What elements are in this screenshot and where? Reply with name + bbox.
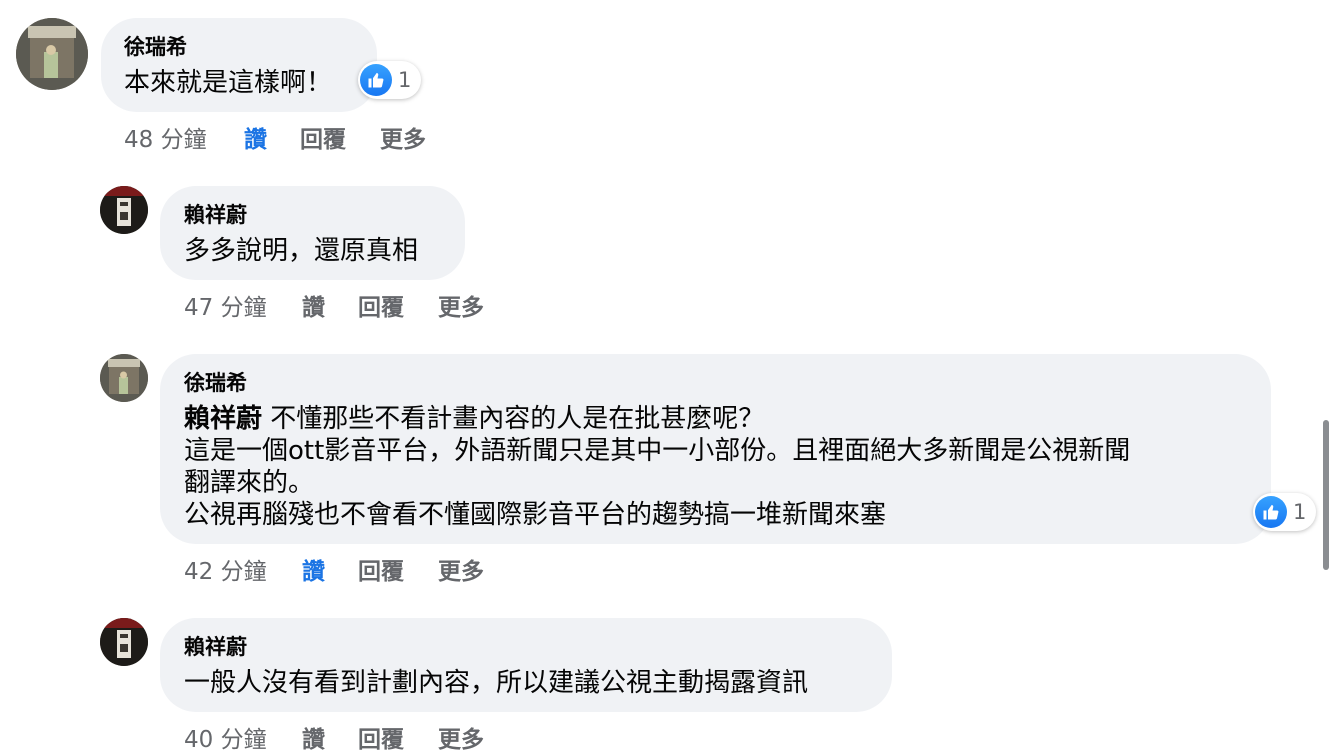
like-button[interactable]: 讚 xyxy=(302,552,358,586)
comment-author[interactable]: 賴祥蔚 xyxy=(184,199,247,229)
comment-author[interactable]: 賴祥蔚 xyxy=(184,631,247,661)
comment-timestamp[interactable]: 47 分鐘 xyxy=(184,288,302,322)
comment-timestamp[interactable]: 42 分鐘 xyxy=(184,552,302,586)
like-thumb-icon xyxy=(360,64,392,96)
reaction-count: 1 xyxy=(398,68,412,92)
comment-actions: 42 分鐘 讚 回覆 更多 xyxy=(184,552,484,586)
comment-text: 本來就是這樣啊！ xyxy=(124,67,332,99)
comment-line: 多多說明，還原真相 xyxy=(184,236,419,266)
more-button[interactable]: 更多 xyxy=(380,120,426,154)
reaction-count: 1 xyxy=(1293,500,1307,524)
comment-actions: 48 分鐘 讚 回覆 更多 xyxy=(124,120,426,154)
comment-line: 一般人沒有看到計劃內容，所以建議公視主動揭露資訊 xyxy=(184,668,809,698)
comment-line: 翻譯來的。 xyxy=(184,468,315,498)
comment-text: 賴祥蔚 不懂那些不看計畫內容的人是在批甚麼呢？ 這是一個ott影音平台，外語新聞… xyxy=(184,403,1130,531)
avatar-photo xyxy=(100,186,148,234)
reaction-badge[interactable]: 1 xyxy=(1253,493,1317,531)
comment-author[interactable]: 徐瑞希 xyxy=(184,367,247,397)
comment-actions: 47 分鐘 讚 回覆 更多 xyxy=(184,288,484,322)
comment-text: 多多說明，還原真相 xyxy=(184,235,418,267)
comment-line: 公視再腦殘也不會看不懂國際影音平台的趨勢搞一堆新聞來塞 xyxy=(184,500,887,530)
comment-line: 這是一個ott影音平台，外語新聞只是其中一小部份。且裡面絕大多新聞是公視新聞 xyxy=(184,436,1131,466)
mention-link[interactable]: 賴祥蔚 xyxy=(184,404,262,434)
more-button[interactable]: 更多 xyxy=(438,288,484,322)
like-button[interactable]: 讚 xyxy=(302,720,358,754)
comment-text: 一般人沒有看到計劃內容，所以建議公視主動揭露資訊 xyxy=(184,667,808,699)
like-button[interactable]: 讚 xyxy=(244,120,300,154)
reaction-badge[interactable]: 1 xyxy=(358,61,422,99)
reply-button[interactable]: 回覆 xyxy=(358,720,438,754)
comment-line: 賴祥蔚 不懂那些不看計畫內容的人是在批甚麼呢？ xyxy=(184,403,1130,435)
comment-actions: 40 分鐘 讚 回覆 更多 xyxy=(184,720,484,754)
more-button[interactable]: 更多 xyxy=(438,552,484,586)
comment-timestamp[interactable]: 40 分鐘 xyxy=(184,720,302,754)
more-button[interactable]: 更多 xyxy=(438,720,484,754)
avatar-photo xyxy=(100,354,148,402)
comment-author[interactable]: 徐瑞希 xyxy=(124,31,187,61)
reply-button[interactable]: 回覆 xyxy=(300,120,380,154)
comment-line-text: 不懂那些不看計畫內容的人是在批甚麼呢？ xyxy=(262,404,765,434)
reply-button[interactable]: 回覆 xyxy=(358,552,438,586)
avatar[interactable] xyxy=(16,18,88,90)
avatar[interactable] xyxy=(100,186,148,234)
avatar[interactable] xyxy=(100,618,148,666)
comment-timestamp[interactable]: 48 分鐘 xyxy=(124,120,244,154)
reply-button[interactable]: 回覆 xyxy=(358,288,438,322)
scrollbar-thumb[interactable] xyxy=(1323,420,1329,570)
like-thumb-icon xyxy=(1255,496,1287,528)
like-button[interactable]: 讚 xyxy=(302,288,358,322)
avatar[interactable] xyxy=(100,354,148,402)
comment-line: 本來就是這樣啊！ xyxy=(124,68,333,98)
avatar-photo xyxy=(16,18,88,90)
avatar-photo xyxy=(100,618,148,666)
